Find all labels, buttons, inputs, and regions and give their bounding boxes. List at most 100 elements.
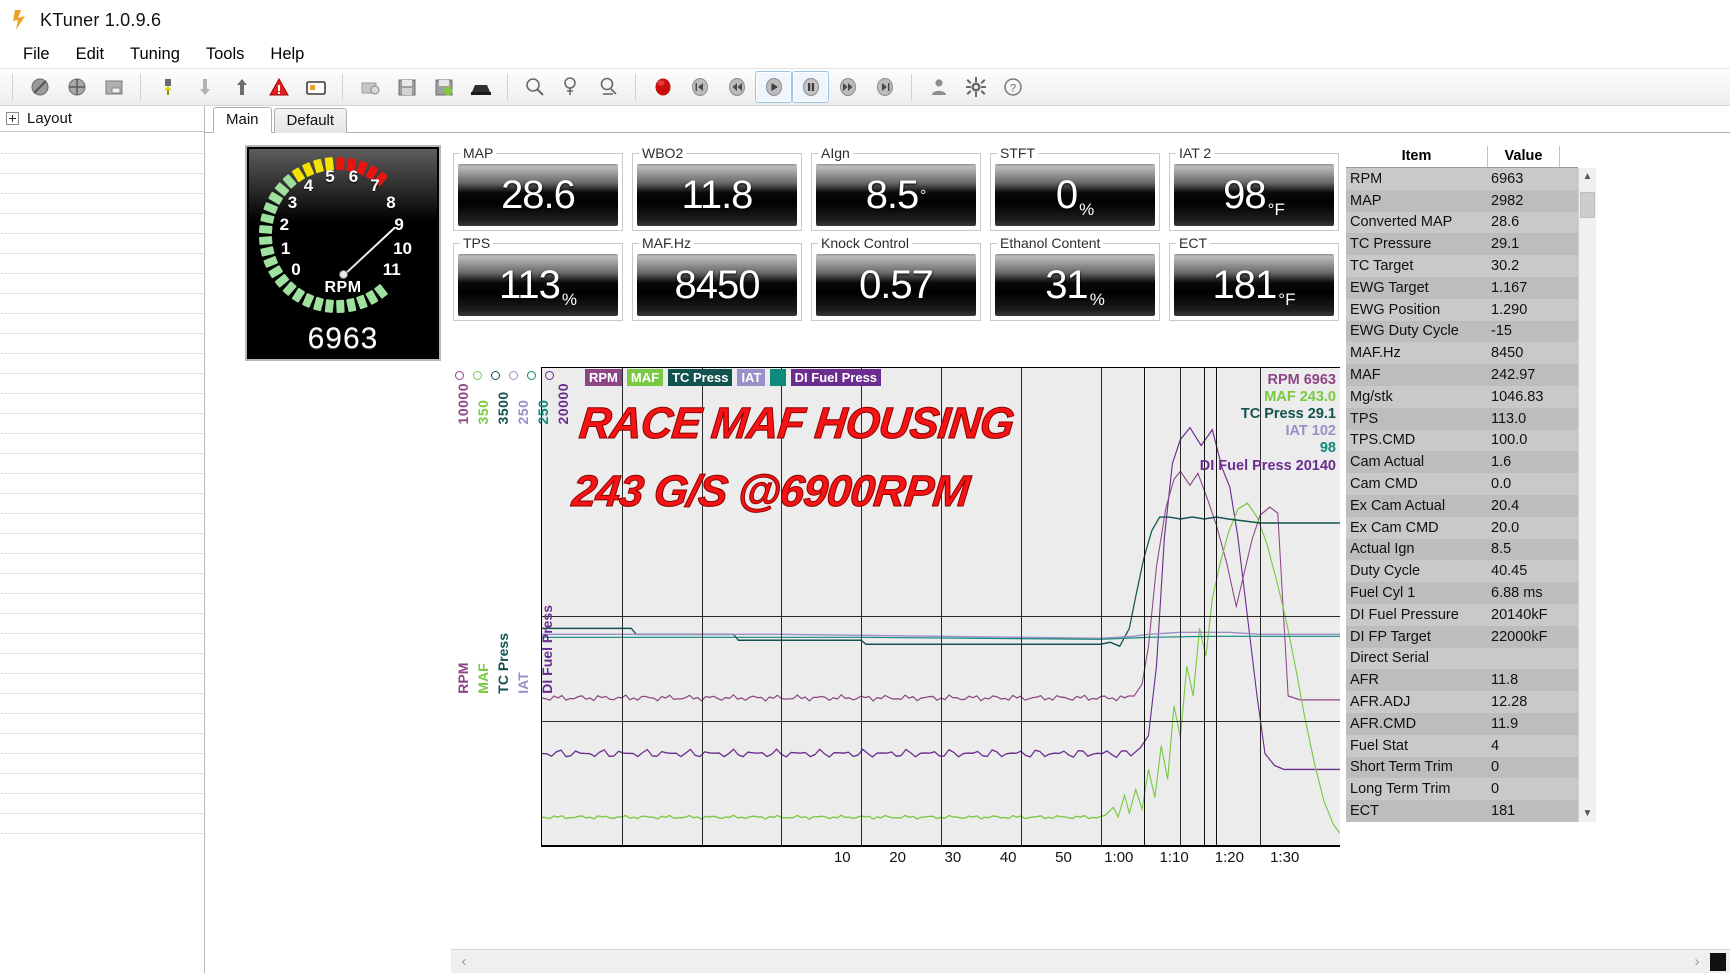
table-row[interactable]: MAF 242.97 bbox=[1346, 364, 1578, 386]
menu-tools[interactable]: Tools bbox=[193, 43, 258, 66]
tab-default[interactable]: Default bbox=[273, 108, 348, 133]
download-button[interactable] bbox=[186, 71, 223, 103]
chart-cursor-line[interactable] bbox=[1144, 368, 1146, 845]
gauge-aign[interactable]: AIgn 8.5 ° bbox=[811, 145, 981, 231]
layout-row[interactable] bbox=[1, 594, 203, 614]
legend-item[interactable]: DI Fuel Press bbox=[790, 369, 882, 386]
table-row[interactable]: AFR 11.8 bbox=[1346, 669, 1578, 692]
scroll-right-arrow-icon[interactable]: › bbox=[1684, 953, 1710, 970]
table-row[interactable]: EWG Duty Cycle -15 bbox=[1346, 320, 1578, 343]
table-row[interactable]: TC Target 30.2 bbox=[1346, 255, 1578, 277]
table-row[interactable]: Short Term Trim 0 bbox=[1346, 756, 1578, 779]
save-button[interactable] bbox=[388, 71, 425, 103]
layout-row[interactable] bbox=[1, 634, 203, 654]
play-button[interactable] bbox=[755, 71, 792, 103]
legend-item[interactable] bbox=[770, 369, 786, 386]
table-row[interactable]: ECT 181 bbox=[1346, 800, 1578, 822]
legend-item[interactable]: RPM bbox=[585, 369, 622, 386]
layout-row[interactable] bbox=[1, 314, 203, 334]
layout-row[interactable] bbox=[1, 474, 203, 494]
table-row[interactable]: TPS.CMD 100.0 bbox=[1346, 429, 1578, 452]
help-button[interactable]: ? bbox=[994, 71, 1031, 103]
menu-file[interactable]: File bbox=[10, 43, 63, 66]
layout-row[interactable] bbox=[1, 394, 203, 414]
layout-row[interactable] bbox=[1, 514, 203, 534]
layout-row[interactable] bbox=[1, 214, 203, 234]
table-row[interactable]: TC Pressure 29.1 bbox=[1346, 233, 1578, 256]
zoom-out-button[interactable] bbox=[590, 71, 627, 103]
zoom-in-button[interactable] bbox=[553, 71, 590, 103]
table-row[interactable]: Mg/stk 1046.83 bbox=[1346, 385, 1578, 408]
layout-row[interactable] bbox=[1, 534, 203, 554]
dtc-warning-button[interactable] bbox=[260, 71, 297, 103]
datalog-button[interactable] bbox=[351, 71, 388, 103]
skip-back-button[interactable] bbox=[681, 71, 718, 103]
legend-item[interactable]: TC Press bbox=[668, 369, 733, 386]
table-row[interactable]: Ex Cam Actual 20.4 bbox=[1346, 494, 1578, 517]
tab-main[interactable]: Main bbox=[213, 107, 272, 133]
menu-tuning[interactable]: Tuning bbox=[117, 43, 193, 66]
chart-plot-area[interactable]: RACE MAF HOUSING 243 G/S @6900RPM RPM 69… bbox=[541, 367, 1340, 847]
layout-row[interactable] bbox=[1, 414, 203, 434]
table-header-item[interactable]: Item bbox=[1346, 146, 1488, 167]
pause-button[interactable] bbox=[792, 71, 829, 103]
gauge-tps[interactable]: TPS 113% bbox=[453, 235, 623, 321]
export-button[interactable] bbox=[462, 71, 499, 103]
table-row[interactable]: DI Fuel Pressure 20140kF bbox=[1346, 603, 1578, 626]
layout-row[interactable] bbox=[1, 134, 203, 154]
scrollbar-thumb[interactable] bbox=[1580, 192, 1595, 218]
table-row[interactable]: AFR.ADJ 12.28 bbox=[1346, 691, 1578, 713]
table-row[interactable]: Fuel Cyl 1 6.88 ms bbox=[1346, 582, 1578, 604]
series-toggle-dot[interactable] bbox=[455, 371, 464, 380]
layout-row[interactable] bbox=[1, 654, 203, 674]
layout-row[interactable] bbox=[1, 194, 203, 214]
table-row[interactable]: Converted MAP 28.6 bbox=[1346, 211, 1578, 234]
table-row[interactable]: Cam Actual 1.6 bbox=[1346, 451, 1578, 474]
disconnect-button[interactable] bbox=[21, 71, 58, 103]
series-toggle-dot[interactable] bbox=[527, 371, 536, 380]
menu-help[interactable]: Help bbox=[257, 43, 317, 66]
gauge-iat-2[interactable]: IAT 2 98 °F bbox=[1169, 145, 1339, 231]
layout-row[interactable] bbox=[1, 714, 203, 734]
layout-row[interactable] bbox=[1, 694, 203, 714]
table-row[interactable]: DI FP Target 22000kF bbox=[1346, 625, 1578, 648]
user-button[interactable] bbox=[920, 71, 957, 103]
table-row[interactable]: RPM 6963 bbox=[1346, 168, 1578, 190]
upload-button[interactable] bbox=[223, 71, 260, 103]
gauge-ect[interactable]: ECT 181 °F bbox=[1169, 235, 1339, 321]
gauge-knock-control[interactable]: Knock Control 0.57 bbox=[811, 235, 981, 321]
open-folder-button[interactable] bbox=[95, 71, 132, 103]
scroll-left-arrow-icon[interactable]: ‹ bbox=[451, 953, 477, 970]
table-row[interactable]: AFR.CMD 11.9 bbox=[1346, 712, 1578, 735]
table-header-value[interactable]: Value bbox=[1488, 146, 1560, 167]
chart-series-toggle-dots[interactable] bbox=[455, 371, 554, 380]
rewind-button[interactable] bbox=[718, 71, 755, 103]
table-row[interactable]: Cam CMD 0.0 bbox=[1346, 473, 1578, 495]
legend-item[interactable]: IAT bbox=[737, 369, 766, 386]
table-row[interactable]: Direct Serial bbox=[1346, 647, 1578, 670]
layout-row[interactable] bbox=[1, 674, 203, 694]
layout-row[interactable] bbox=[1, 554, 203, 574]
layout-row[interactable] bbox=[1, 274, 203, 294]
record-button[interactable] bbox=[644, 71, 681, 103]
chart-horizontal-scrollbar[interactable]: ‹ › bbox=[451, 949, 1730, 973]
gauge-maf-hz[interactable]: MAF.Hz 8450 bbox=[632, 235, 802, 321]
monitor-button[interactable] bbox=[297, 71, 334, 103]
chevron-up-icon[interactable]: ▲ bbox=[1579, 168, 1596, 185]
layout-row[interactable] bbox=[1, 234, 203, 254]
layout-row[interactable] bbox=[1, 454, 203, 474]
gear-button[interactable] bbox=[957, 71, 994, 103]
menu-edit[interactable]: Edit bbox=[63, 43, 117, 66]
zoom-button[interactable] bbox=[516, 71, 553, 103]
layout-row[interactable] bbox=[1, 774, 203, 794]
layout-row[interactable] bbox=[1, 614, 203, 634]
layout-row[interactable] bbox=[1, 754, 203, 774]
plus-expander-icon[interactable] bbox=[6, 112, 19, 125]
series-toggle-dot[interactable] bbox=[473, 371, 482, 380]
table-vertical-scrollbar[interactable]: ▲ ▼ bbox=[1578, 168, 1596, 822]
connect-button[interactable] bbox=[58, 71, 95, 103]
layout-row[interactable] bbox=[1, 494, 203, 514]
gauge-wbo2[interactable]: WBO2 11.8 bbox=[632, 145, 802, 231]
flash-ecu-button[interactable] bbox=[149, 71, 186, 103]
layout-row[interactable] bbox=[1, 294, 203, 314]
